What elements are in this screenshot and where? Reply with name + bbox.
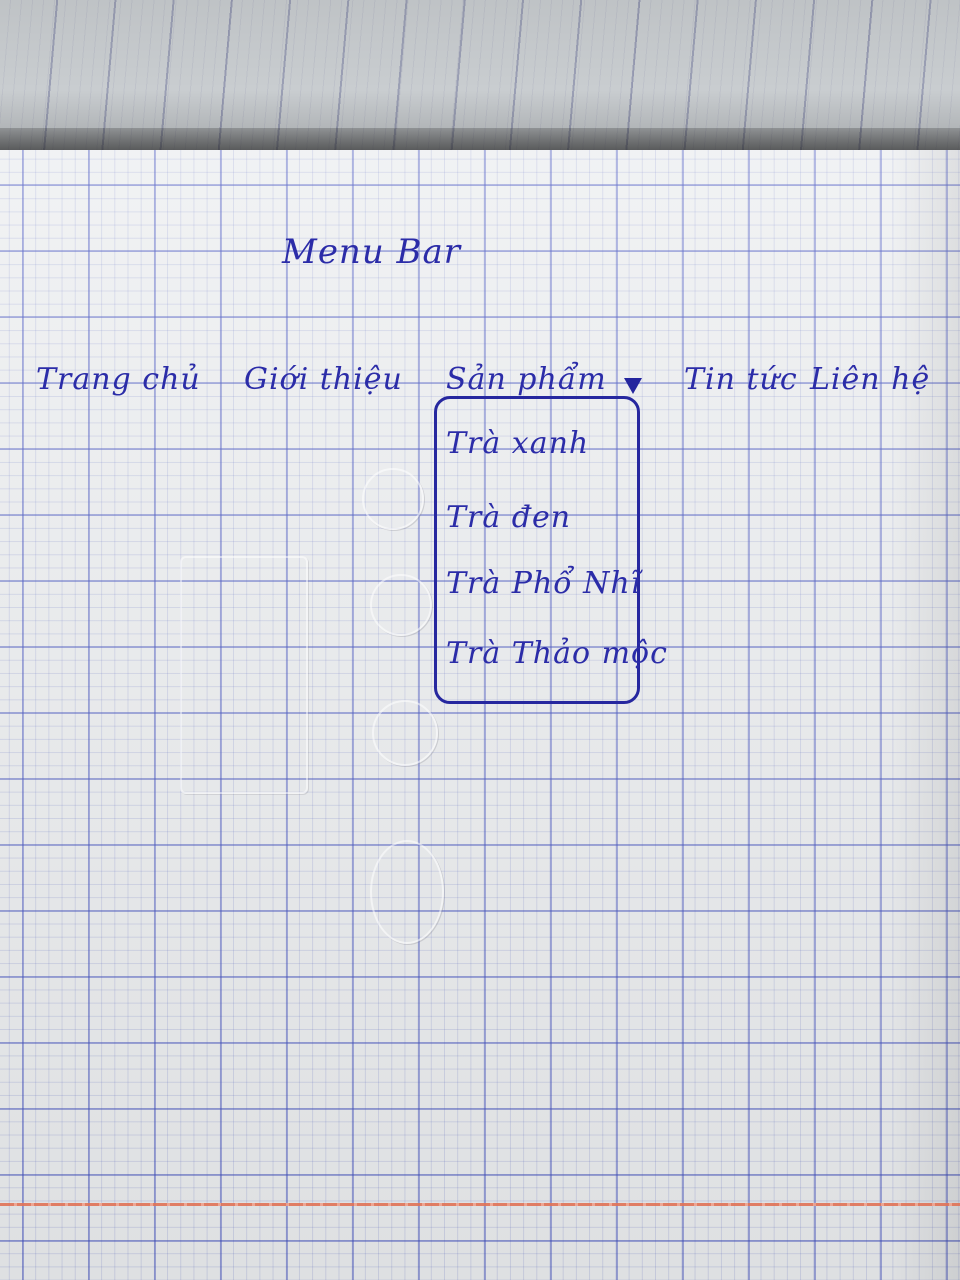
embossed-circle: [370, 574, 432, 636]
dropdown-item-tra-thao-moc: Trà Thảo mộc: [446, 636, 668, 671]
embossed-circle: [370, 840, 444, 944]
nav-item-tin-tuc: Tin tức: [684, 362, 798, 397]
red-margin-line: [0, 1203, 960, 1206]
page-curl-shadow: [890, 150, 960, 1280]
embossed-rectangle: [180, 556, 308, 794]
embossed-circle: [362, 468, 424, 530]
nav-item-lien-he: Liên hệ: [810, 362, 931, 397]
embossed-circle: [372, 700, 438, 766]
dropdown-item-tra-xanh: Trà xanh: [446, 426, 590, 461]
triangle-down-icon: [624, 378, 642, 394]
dropdown-item-tra-pho-nhi: Trà Phổ Nhĩ: [446, 566, 642, 601]
page-edge-shadow: [0, 128, 960, 150]
page-title: Menu Bar: [282, 232, 462, 272]
graph-paper-page: [0, 150, 960, 1280]
dropdown-item-tra-den: Trà đen: [446, 500, 572, 535]
nav-item-san-pham: Sản phẩm: [446, 362, 607, 397]
nav-item-gioi-thieu: Giới thiệu: [244, 362, 403, 397]
nav-item-trang-chu: Trang chủ: [36, 362, 201, 397]
